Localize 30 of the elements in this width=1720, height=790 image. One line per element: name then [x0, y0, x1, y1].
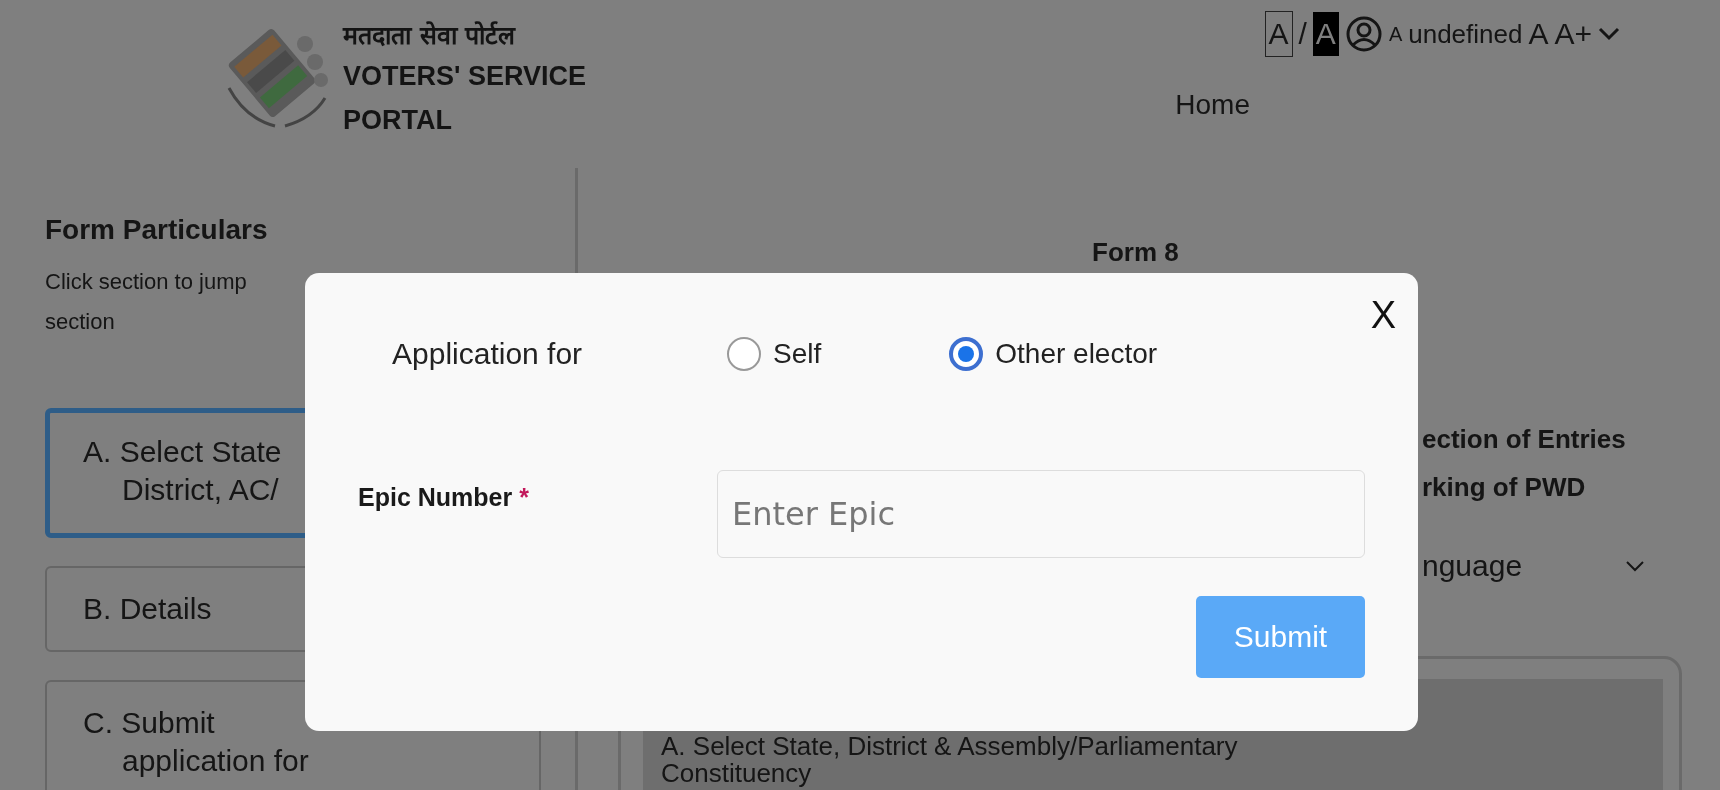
radio-button[interactable]	[949, 337, 984, 371]
close-button[interactable]: X	[1370, 293, 1396, 337]
language-select[interactable]: nguage	[1422, 549, 1644, 583]
portal-name-hindi: मतदाता सेवा पोर्टल	[343, 20, 517, 52]
user-icon[interactable]	[1344, 15, 1383, 53]
field-label: Application for	[392, 337, 584, 371]
form-subtitle: ection of Entries	[1422, 423, 1626, 456]
radio-button[interactable]	[727, 337, 761, 371]
radio-label[interactable]: Self	[773, 338, 822, 370]
form-title: Form 8	[1092, 236, 1180, 268]
user-name[interactable]: undefined	[1408, 18, 1523, 50]
font-size-toggle[interactable]: A	[1264, 11, 1293, 57]
font-decrease-link[interactable]: A	[1388, 22, 1403, 46]
submit-button[interactable]: Submit	[1196, 596, 1365, 678]
font-size-link[interactable]: A	[1528, 17, 1549, 51]
sidebar-hint: section	[45, 308, 115, 336]
radio-label[interactable]: Other elector	[995, 338, 1158, 370]
separator-text: /	[1298, 17, 1307, 51]
field-label: Epic Number *	[358, 482, 530, 513]
sidebar-hint: Click section to jump	[45, 268, 247, 296]
chevron-down-icon[interactable]	[1598, 27, 1620, 41]
font-size-link[interactable]: A+	[1554, 17, 1592, 51]
contrast-toggle[interactable]: A	[1312, 12, 1339, 56]
input-field[interactable]: Enter Epic	[717, 470, 1365, 558]
chevron-down-icon	[1626, 560, 1644, 572]
portal-name: VOTERS' SERVICE	[343, 60, 586, 93]
portal-name: PORTAL	[343, 104, 453, 137]
sidebar-title: Form Particulars	[45, 213, 269, 247]
nav-link[interactable]: Home	[1175, 89, 1250, 121]
form-subtitle: rking of PWD	[1422, 471, 1586, 504]
